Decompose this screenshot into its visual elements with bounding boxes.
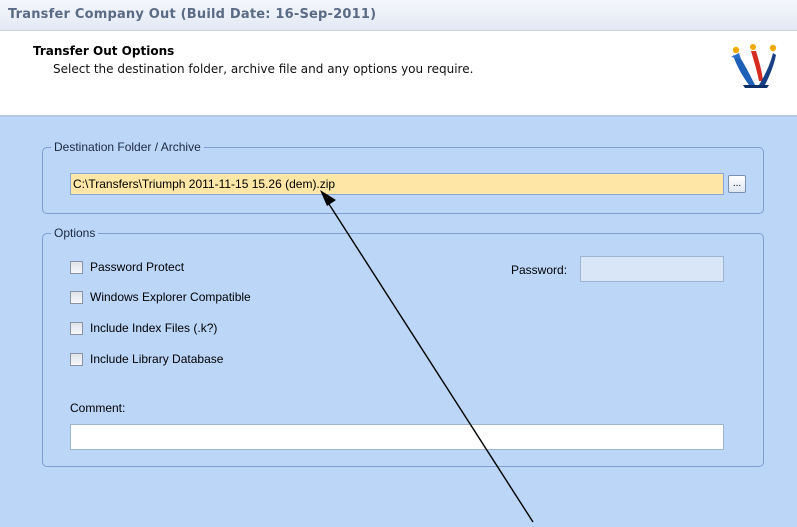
celebrating-figures-logo-icon [731,44,777,88]
title-bar: Transfer Company Out (Build Date: 16-Sep… [0,0,797,31]
options-legend: Options [51,226,99,240]
destination-legend: Destination Folder / Archive [51,140,204,154]
destination-group: Destination Folder / Archive ... [42,140,764,214]
windows-explorer-compatible-label: Windows Explorer Compatible [90,290,251,304]
options-body: Destination Folder / Archive ... Options… [0,117,797,527]
header-panel: Transfer Out Options Select the destinat… [0,32,797,116]
password-label: Password: [511,263,568,277]
password-protect-label: Password Protect [90,260,185,274]
include-library-database-checkbox[interactable] [70,353,83,366]
header-subtitle: Select the destination folder, archive f… [53,62,474,76]
options-group: Options Password Protect Windows Explore… [42,226,764,467]
include-index-files-label: Include Index Files (.k?) [90,321,218,335]
password-input[interactable] [580,256,724,282]
include-library-database-label: Include Library Database [90,352,224,366]
password-protect-checkbox[interactable] [70,261,83,274]
comment-label: Comment: [70,401,126,415]
destination-path-input[interactable] [70,173,724,195]
browse-button[interactable]: ... [728,175,746,193]
window-title: Transfer Company Out (Build Date: 16-Sep… [8,7,377,22]
comment-input[interactable] [70,424,724,450]
header-title: Transfer Out Options [33,44,175,58]
windows-explorer-compatible-checkbox[interactable] [70,291,83,304]
include-index-files-checkbox[interactable] [70,322,83,335]
